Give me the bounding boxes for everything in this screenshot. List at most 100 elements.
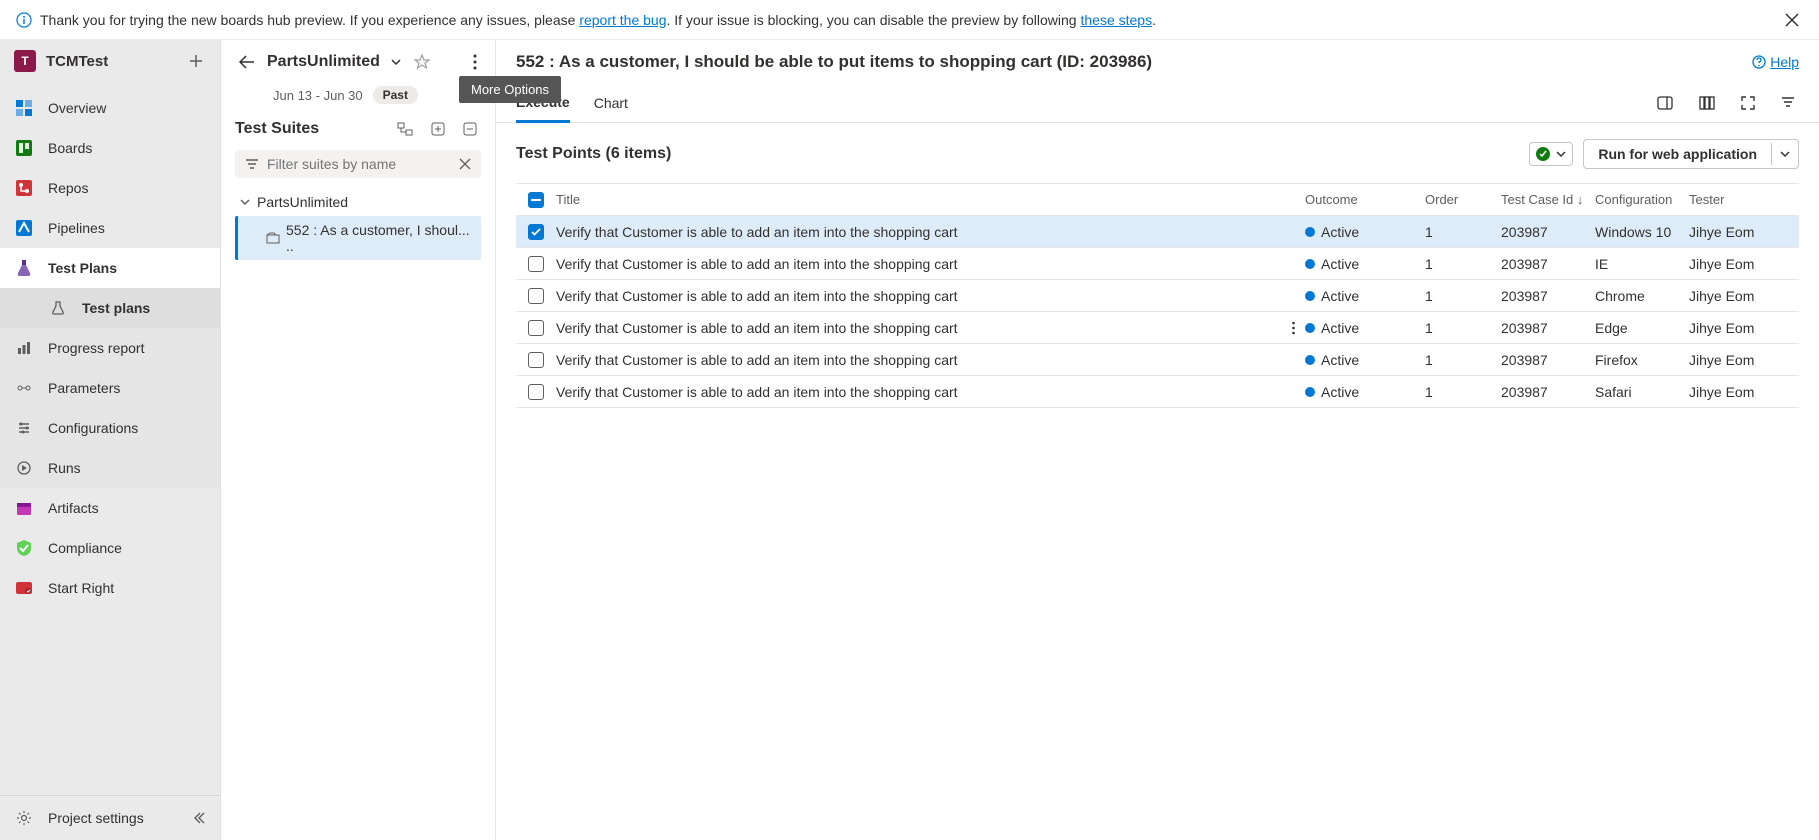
help-link[interactable]: Help [1752,54,1799,70]
fullscreen-icon[interactable] [1737,92,1759,114]
row-checkbox[interactable] [528,256,544,272]
nav-label: Parameters [48,380,120,396]
nav-icon [14,98,34,118]
select-all-checkbox[interactable] [528,192,544,208]
col-title[interactable]: Title [556,192,1305,207]
run-button-label[interactable]: Run for web application [1584,140,1771,168]
col-order[interactable]: Order [1425,192,1501,207]
cell-outcome: Active [1305,352,1425,368]
row-more-icon[interactable] [1281,321,1305,335]
row-checkbox[interactable] [528,352,544,368]
sidebar-item-configurations[interactable]: Configurations [0,408,220,448]
cell-config: Edge [1595,320,1689,336]
cell-order: 1 [1425,288,1501,304]
nav-icon [14,418,34,438]
info-banner: Thank you for trying the new boards hub … [0,0,1819,40]
favorite-icon[interactable] [412,52,432,72]
plan-header: PartsUnlimited More Options [235,50,481,74]
cell-title: Verify that Customer is able to add an i… [556,352,1305,368]
tab-actions [1653,92,1799,114]
filter-suites-input[interactable] [235,150,481,178]
collapse-sidebar-icon[interactable] [192,811,206,825]
delete-suite-icon[interactable] [459,118,481,140]
cell-title: Verify that Customer is able to add an i… [556,224,1305,240]
row-checkbox[interactable] [528,224,544,240]
row-checkbox[interactable] [528,288,544,304]
project-avatar: T [14,50,36,72]
sidebar-item-test-plans[interactable]: Test plans [0,288,220,328]
sidebar-item-progress-report[interactable]: Progress report [0,328,220,368]
suites-title: Test Suites [235,120,383,138]
col-tester[interactable]: Tester [1689,192,1799,207]
panel-view-icon[interactable] [1653,92,1677,114]
tree-root[interactable]: PartsUnlimited [235,188,481,216]
cell-config: IE [1595,256,1689,272]
cell-order: 1 [1425,384,1501,400]
row-checkbox[interactable] [528,384,544,400]
tab-chart[interactable]: Chart [594,85,628,121]
table-row[interactable]: Verify that Customer is able to add an i… [516,248,1799,280]
col-config[interactable]: Configuration [1595,192,1689,207]
sidebar-item-start-right[interactable]: Start Right [0,568,220,608]
row-checkbox[interactable] [528,320,544,336]
project-name[interactable]: TCMTest [46,53,176,70]
col-caseid[interactable]: Test Case Id ↓ [1501,192,1595,207]
info-icon [16,12,32,28]
tree-child[interactable]: 552 : As a customer, I shoul... .. [235,216,481,260]
status-dot [1305,259,1315,269]
close-icon[interactable] [1781,9,1803,31]
sidebar-item-test-plans[interactable]: Test Plans [0,248,220,288]
sidebar-item-compliance[interactable]: Compliance [0,528,220,568]
nav-label: Start Right [48,580,114,596]
tabs-row: Execute Chart [496,84,1819,123]
tooltip: More Options [459,76,561,103]
outcome-dropdown[interactable] [1529,142,1573,166]
project-settings-button[interactable]: Project settings [0,796,220,840]
help-link-label: Help [1770,54,1799,70]
back-icon[interactable] [235,51,259,73]
run-button-split[interactable] [1771,143,1798,165]
cell-order: 1 [1425,224,1501,240]
sidebar-item-runs[interactable]: Runs [0,448,220,488]
status-dot [1305,291,1315,301]
table-row[interactable]: Verify that Customer is able to add an i… [516,344,1799,376]
sidebar-item-parameters[interactable]: Parameters [0,368,220,408]
sidebar-item-repos[interactable]: Repos [0,168,220,208]
gear-icon [14,808,34,828]
clear-filter-icon[interactable] [459,158,471,170]
table-row[interactable]: Verify that Customer is able to add an i… [516,376,1799,408]
sidebar-item-artifacts[interactable]: Artifacts [0,488,220,528]
add-suite-icon[interactable] [427,118,449,140]
cell-title: Verify that Customer is able to add an i… [556,256,1305,272]
column-options-icon[interactable] [1695,92,1719,114]
nav-label: Configurations [48,420,138,436]
more-options-button[interactable]: More Options [469,50,481,74]
expand-tree-icon[interactable] [393,118,417,140]
filter-icon[interactable] [1777,92,1799,114]
filter-input-field[interactable] [267,156,451,172]
run-button[interactable]: Run for web application [1583,139,1799,169]
chevron-down-icon[interactable] [388,54,404,70]
cell-caseid: 203987 [1501,224,1595,240]
banner-text: Thank you for trying the new boards hub … [40,12,1156,28]
plan-name[interactable]: PartsUnlimited [267,53,380,71]
nav-label: Boards [48,140,92,156]
points-title: Test Points (6 items) [516,145,1529,163]
these-steps-link[interactable]: these steps [1080,12,1152,28]
sidebar-item-overview[interactable]: Overview [0,88,220,128]
table-row[interactable]: Verify that Customer is able to add an i… [516,312,1799,344]
main: PartsUnlimited More Options Jun 13 - Jun… [221,40,1819,840]
nav-icon [14,218,34,238]
sidebar-item-boards[interactable]: Boards [0,128,220,168]
nav-icon [14,578,34,598]
table-row[interactable]: Verify that Customer is able to add an i… [516,280,1799,312]
sidebar-item-pipelines[interactable]: Pipelines [0,208,220,248]
report-bug-link[interactable]: report the bug [579,12,666,28]
cell-outcome: Active [1305,288,1425,304]
suites-title-row: Test Suites [235,118,481,140]
add-button[interactable] [186,51,206,71]
col-outcome[interactable]: Outcome [1305,192,1425,207]
table-row[interactable]: Verify that Customer is able to add an i… [516,216,1799,248]
nav-label: Runs [48,460,81,476]
tree-child-label: 552 : As a customer, I shoul... .. [286,222,477,254]
